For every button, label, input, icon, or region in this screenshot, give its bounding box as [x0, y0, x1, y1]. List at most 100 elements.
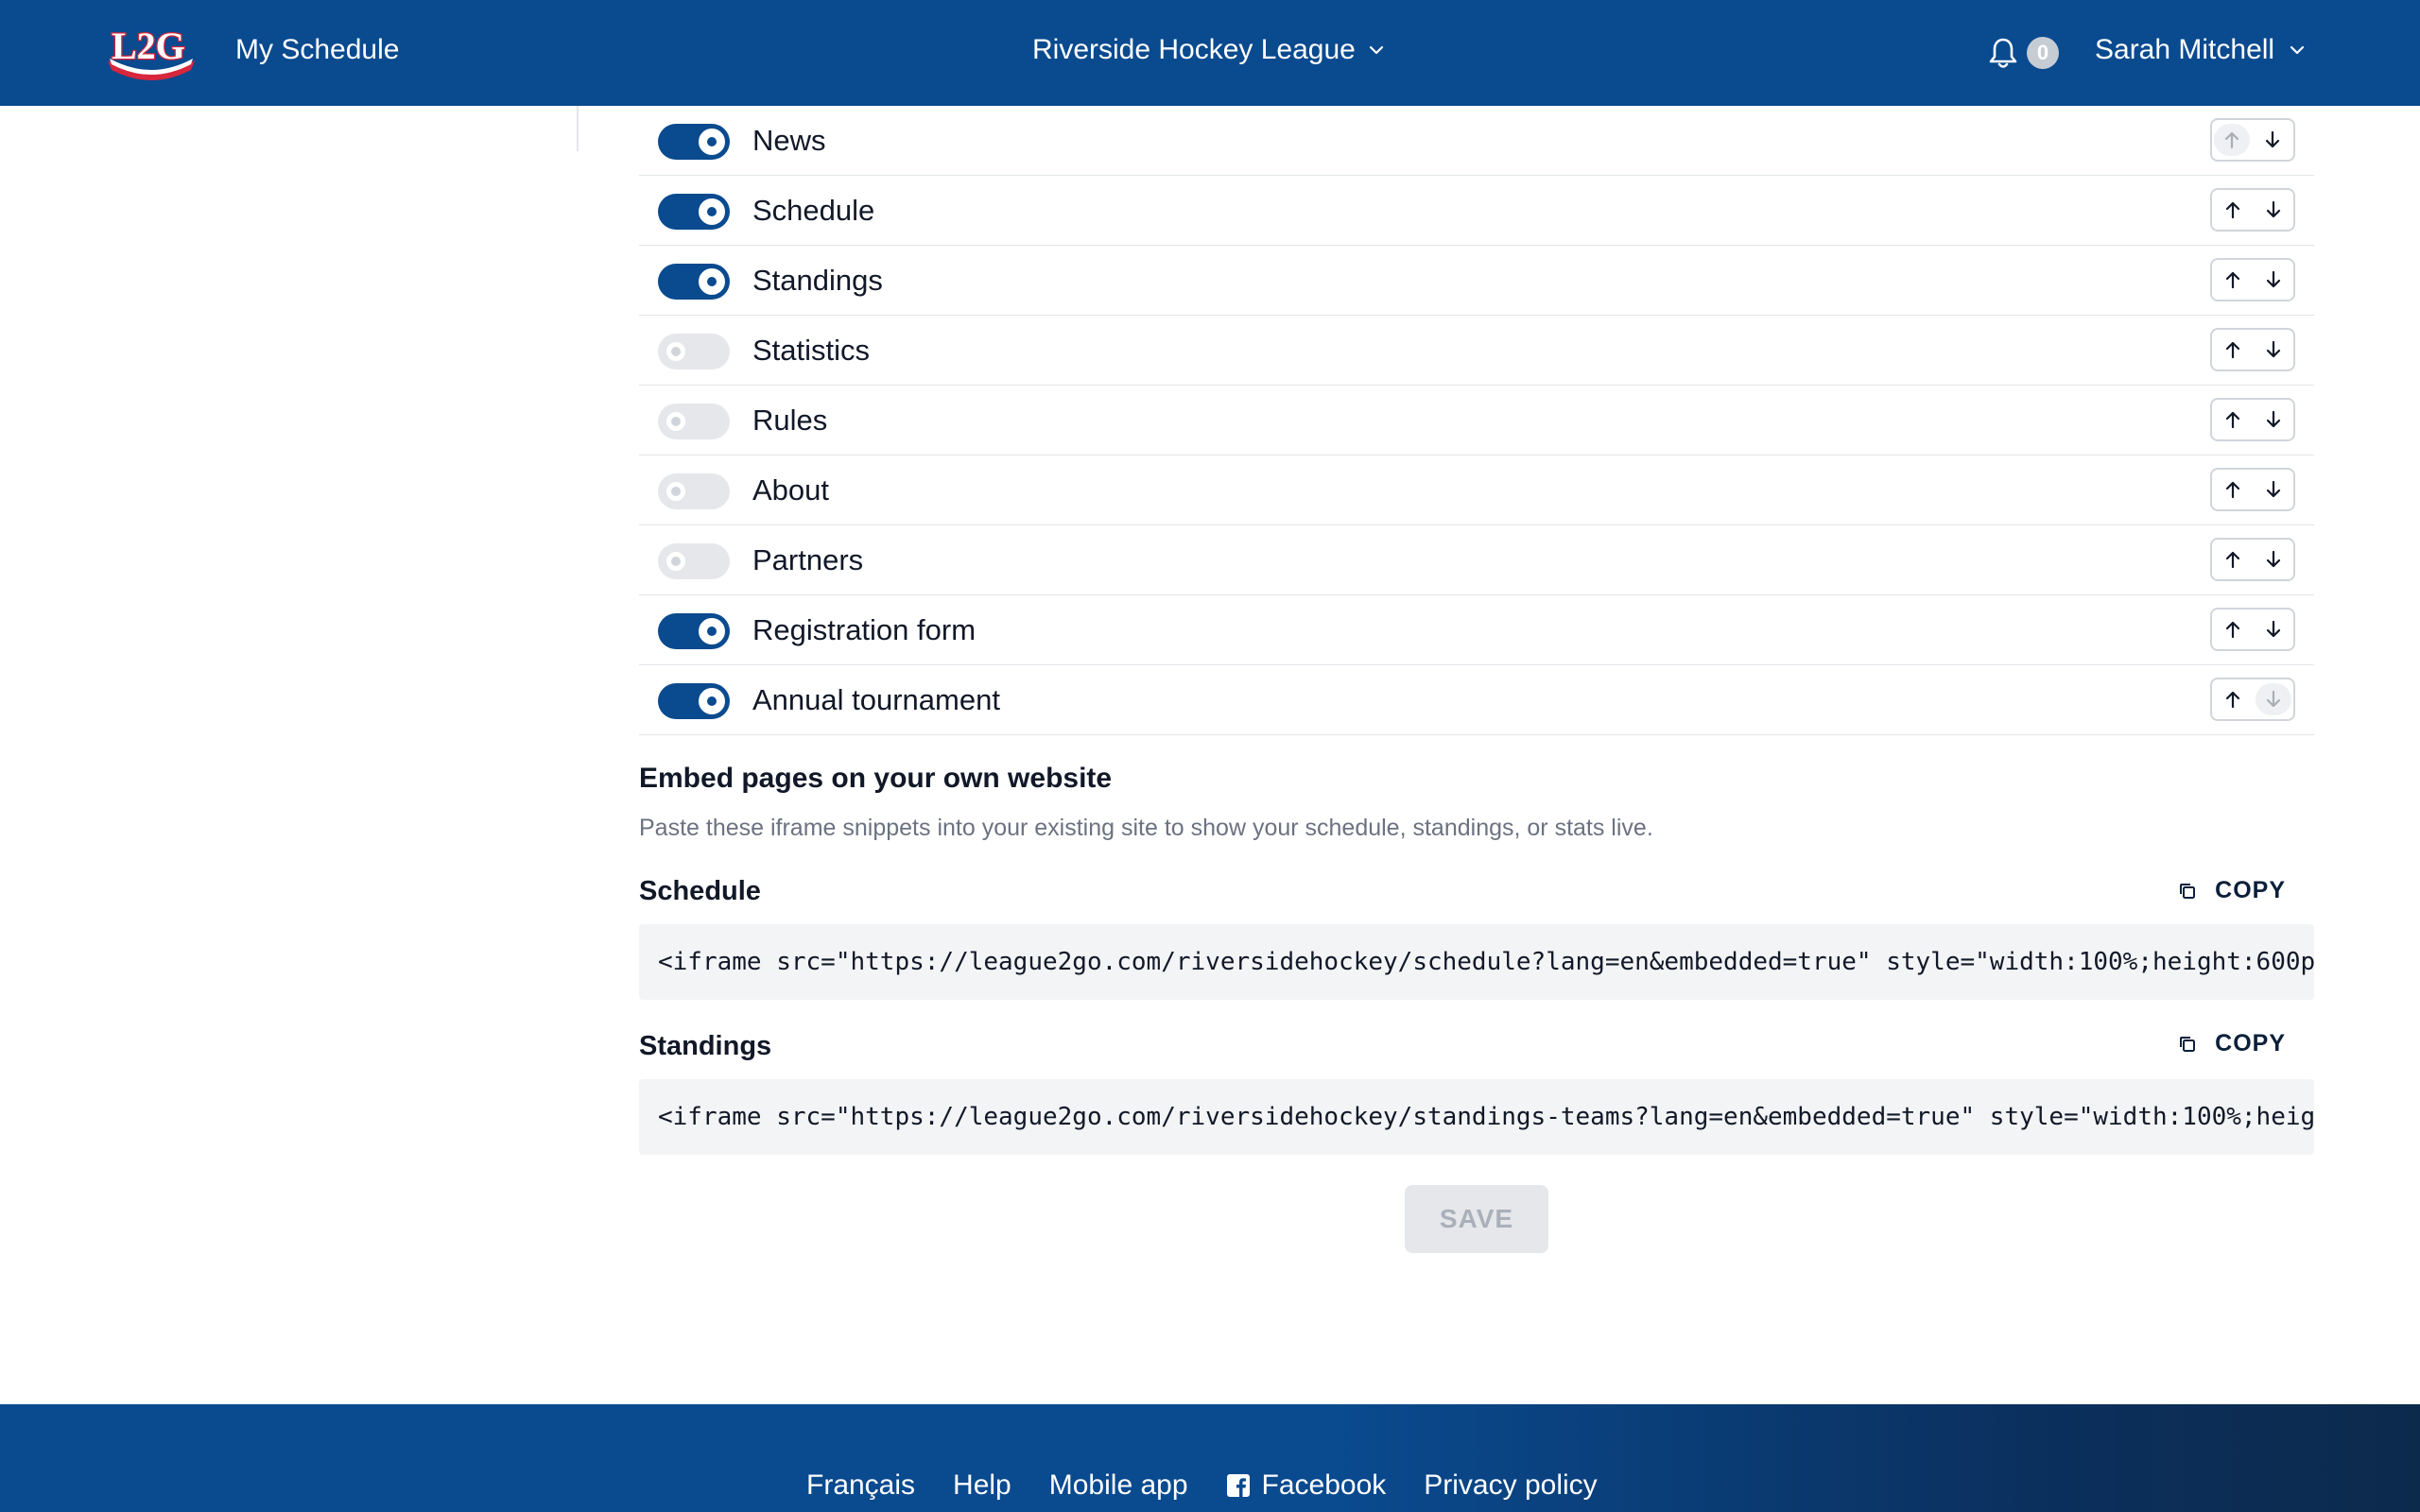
footer-link-facebook[interactable]: Facebook — [1226, 1469, 1386, 1502]
page-row-label: About — [752, 473, 830, 507]
page-row-news: News — [639, 106, 2314, 176]
copy-icon — [2180, 883, 2196, 899]
arrow-up-icon — [2225, 271, 2239, 289]
reorder-controls — [2210, 608, 2295, 651]
schedule-snippet-label: Schedule — [639, 876, 761, 906]
visibility-toggle[interactable] — [658, 334, 730, 369]
move-up-button[interactable] — [2212, 610, 2253, 649]
facebook-icon — [1226, 1474, 1250, 1497]
toggle-knob — [699, 688, 725, 714]
schedule-embed-code-text: <iframe src="https://league2go.com/river… — [658, 948, 2314, 976]
visibility-toggle[interactable] — [658, 264, 730, 300]
move-down-button[interactable] — [2252, 120, 2293, 160]
move-up-button[interactable] — [2212, 260, 2253, 300]
copy-schedule-button[interactable]: COPY — [2177, 877, 2286, 904]
page-row-schedule: Schedule — [639, 176, 2314, 246]
reorder-controls — [2210, 328, 2295, 371]
chevron-down-icon — [1369, 45, 1383, 55]
move-up-button[interactable] — [2212, 190, 2253, 230]
league-selector[interactable]: Riverside Hockey League — [1032, 31, 1386, 69]
notifications-button[interactable]: 0 — [1987, 34, 2059, 72]
schedule-embed-code[interactable]: <iframe src="https://league2go.com/river… — [639, 924, 2314, 1000]
standings-snippet-label: Standings — [639, 1031, 772, 1061]
page-row-statistics: Statistics — [639, 316, 2314, 386]
page-row-label: News — [752, 124, 826, 157]
move-down-button[interactable] — [2253, 470, 2293, 509]
reorder-controls — [2210, 678, 2295, 721]
reorder-controls — [2210, 398, 2295, 441]
footer-links: Français Help Mobile app Facebook Privac… — [806, 1467, 1598, 1504]
user-name: Sarah Mitchell — [2095, 34, 2275, 65]
notification-count-badge: 0 — [2027, 37, 2059, 69]
copy-standings-button[interactable]: COPY — [2177, 1030, 2286, 1057]
move-up-button[interactable] — [2212, 400, 2253, 439]
arrow-up-icon — [2225, 341, 2239, 359]
toggle-knob — [663, 548, 689, 575]
move-up-button[interactable] — [2212, 540, 2253, 579]
footer-link-mobile-app[interactable]: Mobile app — [1049, 1469, 1188, 1502]
page-row-annual-tournament: Annual tournament — [639, 665, 2314, 735]
page-row-label: Schedule — [752, 194, 875, 227]
standings-embed-code[interactable]: <iframe src="https://league2go.com/river… — [639, 1079, 2314, 1155]
reorder-controls — [2210, 118, 2295, 162]
arrow-up-icon — [2225, 551, 2239, 569]
visibility-toggle[interactable] — [658, 543, 730, 579]
reorder-controls — [2210, 538, 2295, 581]
bell-icon — [1989, 38, 2017, 68]
reorder-controls — [2210, 258, 2295, 301]
arrow-down-icon — [2266, 550, 2280, 568]
move-down-button[interactable] — [2253, 330, 2293, 369]
toggle-knob — [699, 198, 725, 225]
svg-text:L2G: L2G — [112, 25, 185, 67]
move-up-button[interactable] — [2214, 124, 2250, 156]
arrow-up-icon — [2224, 131, 2238, 149]
reorder-controls — [2210, 188, 2295, 232]
arrow-down-icon — [2266, 270, 2280, 288]
visibility-toggle[interactable] — [658, 473, 730, 509]
toggle-knob — [663, 408, 689, 435]
arrow-up-icon — [2226, 691, 2240, 709]
visibility-toggle[interactable] — [658, 404, 730, 439]
move-down-button[interactable] — [2253, 400, 2293, 439]
top-nav-bar: L2G My Schedule Riverside Hockey League … — [0, 0, 2420, 106]
move-up-button[interactable] — [2212, 679, 2254, 719]
arrow-down-icon — [2266, 340, 2280, 358]
move-down-button[interactable] — [2256, 683, 2291, 715]
visibility-toggle[interactable] — [658, 194, 730, 230]
footer-link-privacy[interactable]: Privacy policy — [1424, 1469, 1597, 1502]
move-down-button[interactable] — [2253, 190, 2293, 230]
page-row-partners: Partners — [639, 525, 2314, 595]
arrow-down-icon — [2266, 200, 2280, 218]
sidebar-divider — [577, 106, 579, 151]
page-row-label: Rules — [752, 404, 828, 437]
league-name: Riverside Hockey League — [1032, 34, 1356, 65]
footer-link-language[interactable]: Français — [806, 1469, 915, 1502]
arrow-up-icon — [2225, 411, 2239, 429]
league2go-logo[interactable]: L2G — [104, 21, 199, 81]
arrow-up-icon — [2225, 201, 2239, 219]
page-row-label: Annual tournament — [752, 683, 1000, 716]
copy-label: COPY — [2215, 1030, 2286, 1057]
copy-label: COPY — [2215, 877, 2286, 903]
toggle-knob — [699, 129, 725, 155]
move-down-button[interactable] — [2253, 610, 2293, 649]
move-down-button[interactable] — [2253, 540, 2293, 579]
user-menu[interactable]: Sarah Mitchell — [2095, 31, 2307, 69]
move-up-button[interactable] — [2212, 470, 2253, 509]
standings-embed-code-text: <iframe src="https://league2go.com/river… — [658, 1103, 2314, 1131]
page-row-label: Standings — [752, 264, 883, 297]
move-up-button[interactable] — [2212, 330, 2253, 369]
save-button[interactable]: SAVE — [1405, 1185, 1548, 1253]
visibility-toggle[interactable] — [658, 683, 730, 719]
arrow-down-icon — [2266, 410, 2280, 428]
visibility-toggle[interactable] — [658, 613, 730, 649]
reorder-controls — [2210, 468, 2295, 511]
footer-link-help[interactable]: Help — [953, 1469, 1011, 1502]
app-title[interactable]: My Schedule — [235, 31, 399, 69]
toggle-knob — [699, 618, 725, 644]
copy-icon — [2180, 1036, 2196, 1052]
move-down-button[interactable] — [2253, 260, 2293, 300]
visibility-toggle[interactable] — [658, 124, 730, 160]
arrow-down-icon — [2267, 690, 2281, 708]
page-row-about: About — [639, 455, 2314, 525]
